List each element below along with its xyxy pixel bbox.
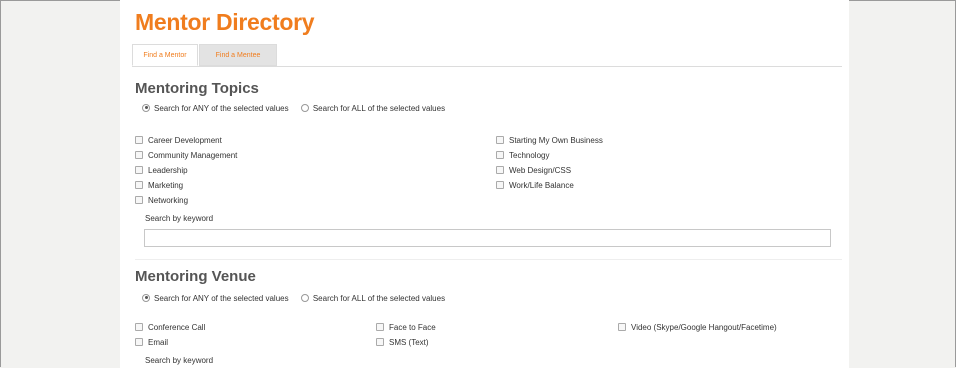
topic-option[interactable]: Technology (496, 150, 549, 160)
topics-radio-any[interactable] (142, 103, 150, 112)
checkbox[interactable] (496, 135, 504, 144)
venue-option[interactable]: Conference Call (135, 322, 205, 332)
venue-option[interactable]: Email (135, 337, 168, 347)
checkbox[interactable] (376, 337, 384, 346)
topics-radio-all[interactable] (300, 103, 309, 112)
topics-keyword-input[interactable] (144, 229, 831, 247)
page-title: Mentor Directory (135, 9, 315, 35)
topics-match-radio-group: Search for ANY of the selected values Se… (142, 103, 455, 114)
checkbox[interactable] (496, 165, 504, 174)
checkbox[interactable] (376, 322, 384, 331)
checkbox[interactable] (135, 135, 143, 144)
venue-radio-any[interactable] (142, 293, 150, 302)
checkbox[interactable] (618, 322, 626, 331)
venue-option[interactable]: Face to Face (376, 322, 436, 332)
venue-keyword-label: Search by keyword (145, 356, 214, 365)
topics-radio-all-label: Search for ALL of the selected values (312, 104, 446, 114)
tab-find-mentor[interactable]: Find a Mentor (132, 44, 198, 66)
checkbox[interactable] (135, 195, 143, 204)
venue-option[interactable]: Video (Skype/Google Hangout/Facetime) (618, 322, 777, 332)
venue-radio-any-label: Search for ANY of the selected values (154, 294, 289, 304)
topic-option[interactable]: Marketing (135, 180, 183, 190)
checkbox[interactable] (135, 150, 143, 159)
checkbox[interactable] (496, 180, 504, 189)
topic-option[interactable]: Career Development (135, 135, 222, 145)
venue-radio-all[interactable] (300, 293, 309, 302)
tab-find-mentee[interactable]: Find a Mentee (199, 44, 277, 66)
venue-match-radio-group: Search for ANY of the selected values Se… (142, 293, 455, 304)
checkbox[interactable] (496, 150, 504, 159)
topic-option[interactable]: Community Management (135, 150, 237, 160)
tab-bar: Find a Mentor Find a Mentee (132, 44, 842, 67)
checkbox[interactable] (135, 165, 143, 174)
topic-option[interactable]: Starting My Own Business (496, 135, 603, 145)
venue-section-title: Mentoring Venue (135, 268, 256, 285)
topics-radio-any-label: Search for ANY of the selected values (154, 104, 289, 114)
venue-radio-all-label: Search for ALL of the selected values (312, 294, 446, 304)
topics-section-title: Mentoring Topics (135, 80, 259, 97)
topic-option[interactable]: Web Design/CSS (496, 165, 571, 175)
checkbox[interactable] (135, 337, 143, 346)
section-divider (135, 259, 842, 260)
topic-option[interactable]: Networking (135, 195, 188, 205)
topics-keyword-label: Search by keyword (145, 214, 214, 223)
checkbox[interactable] (135, 180, 143, 189)
main-content: Mentor Directory Find a Mentor Find a Me… (120, 0, 849, 368)
topic-option[interactable]: Work/Life Balance (496, 180, 574, 190)
checkbox[interactable] (135, 322, 143, 331)
topic-option[interactable]: Leadership (135, 165, 188, 175)
venue-option[interactable]: SMS (Text) (376, 337, 429, 347)
